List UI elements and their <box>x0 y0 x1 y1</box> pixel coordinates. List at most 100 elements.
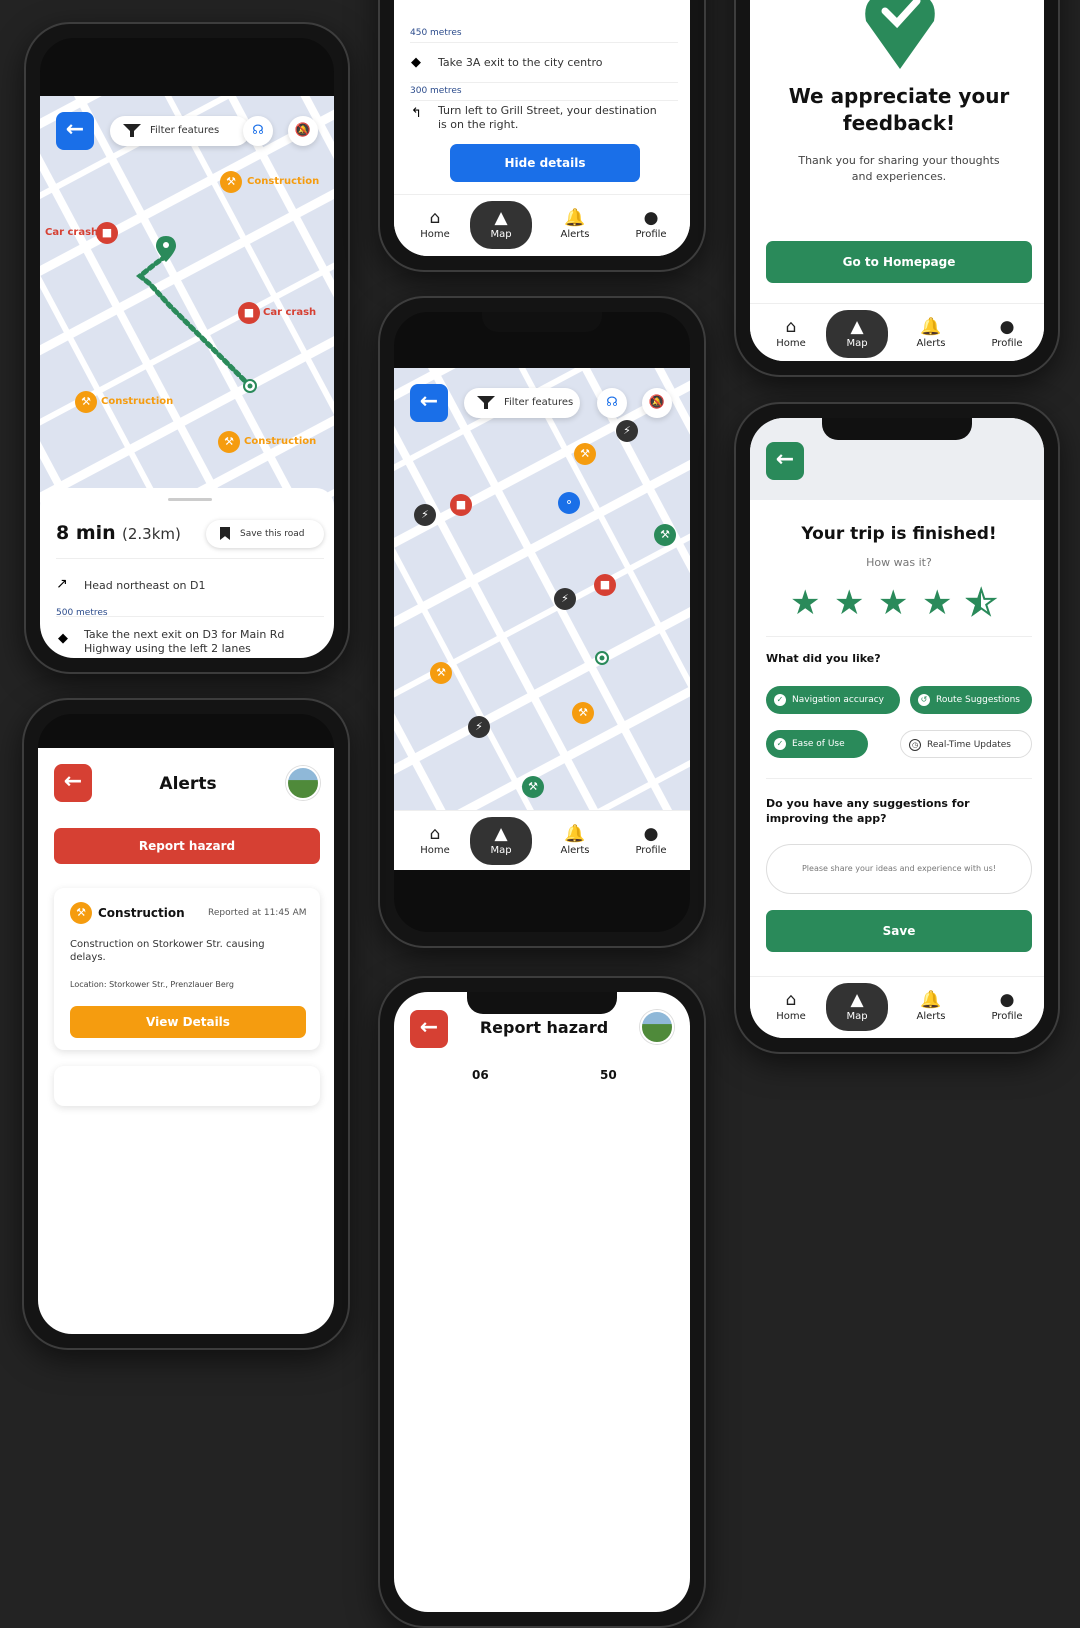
nav-alerts[interactable]: 🔔 Alerts <box>896 977 966 1022</box>
construction-icon[interactable]: ⚒ <box>574 443 596 465</box>
phone-map-route: ← Filter features ☊ 🔕 ⚒ Construction ■ C… <box>24 22 350 674</box>
chip-ease-of-use[interactable]: ✓ Ease of Use <box>766 730 868 758</box>
nav-alerts[interactable]: 🔔 Alerts <box>540 195 610 240</box>
mute-alerts-button[interactable]: 🔕 <box>288 116 318 146</box>
alert-card[interactable]: ⚒ Construction Reported at 11:45 AM Cons… <box>54 888 320 1050</box>
car-crash-icon[interactable]: ■ <box>96 222 118 244</box>
nav-alerts[interactable]: 🔔 Alerts <box>896 304 966 349</box>
audio-button[interactable]: ☊ <box>243 116 273 146</box>
nav-profile[interactable]: ● Profile <box>616 811 686 856</box>
construction-icon[interactable]: ⚒ <box>430 662 452 684</box>
navigation-arrow-icon: ▲ <box>494 824 508 844</box>
nav-map[interactable]: ▲ Map <box>826 310 888 358</box>
pin-label: Construction <box>247 176 320 187</box>
chip-real-time-updates[interactable]: ◷ Real-Time Updates <box>900 730 1032 758</box>
view-details-button[interactable]: View Details <box>70 1006 306 1038</box>
alert-card[interactable] <box>54 1066 320 1106</box>
bottom-nav: ⌂ Home ▲ Map 🔔 Alerts ● Profile <box>394 810 690 870</box>
filter-icon <box>477 396 495 409</box>
user-icon: ● <box>999 990 1015 1010</box>
star-icon[interactable]: ★ <box>922 586 952 620</box>
save-button[interactable]: Save <box>766 910 1032 952</box>
car-crash-icon[interactable]: ■ <box>594 574 616 596</box>
phone-feedback-thanks: We appreciate your feedback! Thank you f… <box>734 0 1060 377</box>
bell-icon: 🔔 <box>920 317 942 337</box>
back-button[interactable]: ← <box>766 442 804 480</box>
bottom-nav: ⌂ Home ▲ Map 🔔 Alerts ● Profile <box>394 194 690 256</box>
route-icon: ↺ <box>918 694 930 706</box>
pin-label: Construction <box>244 436 317 447</box>
avatar[interactable] <box>286 766 320 800</box>
star-icon[interactable]: ★ <box>878 586 908 620</box>
nav-home[interactable]: ⌂ Home <box>400 195 470 240</box>
bell-icon: 🔔 <box>564 208 586 228</box>
alert-title: Construction <box>98 906 185 920</box>
nav-home[interactable]: ⌂ Home <box>756 977 826 1022</box>
go-home-button[interactable]: Go to Homepage <box>766 241 1032 283</box>
home-icon: ⌂ <box>785 317 797 337</box>
car-crash-icon[interactable]: ■ <box>450 494 472 516</box>
liked-title: What did you like? <box>766 652 881 665</box>
car-crash-icon[interactable]: ■ <box>238 302 260 324</box>
report-hazard-button[interactable]: Report hazard <box>54 828 320 864</box>
avatar[interactable] <box>640 1010 674 1044</box>
construction-icon[interactable]: ⚒ <box>220 171 242 193</box>
star-icon[interactable]: ★ <box>834 586 864 620</box>
save-road-button[interactable]: Save this road <box>206 520 324 548</box>
wrench-icon[interactable]: ⚒ <box>522 776 544 798</box>
trip-title: Your trip is finished! <box>801 524 997 544</box>
bottom-nav: ⌂ Home ▲ Map 🔔 Alerts ● Profile <box>750 976 1044 1038</box>
phone-trip-finished: ← Your trip is finished! How was it? ★ ★… <box>734 402 1060 1054</box>
chip-route-suggestions[interactable]: ↺ Route Suggestions <box>910 686 1032 714</box>
nav-map[interactable]: ▲ Map <box>826 983 888 1031</box>
location-check-icon <box>865 0 935 69</box>
star-rating[interactable]: ★ ★ ★ ★ ★★ <box>790 585 1020 626</box>
star-icon[interactable]: ★ <box>790 586 820 620</box>
hide-details-button[interactable]: Hide details <box>450 144 640 182</box>
nav-map[interactable]: ▲ Map <box>470 201 532 249</box>
ev-charger-icon[interactable]: ⚡ <box>414 504 436 526</box>
nav-profile[interactable]: ● Profile <box>616 195 686 240</box>
trip-subtitle: How was it? <box>866 556 932 569</box>
user-icon: ● <box>643 824 659 844</box>
back-button[interactable]: ← <box>56 112 94 150</box>
nav-profile[interactable]: ● Profile <box>972 977 1042 1022</box>
mute-alerts-button[interactable]: 🔕 <box>642 388 672 418</box>
map-view[interactable]: ← Filter features ☊ 🔕 ⚒ Construction ■ C… <box>40 96 334 506</box>
ev-charger-icon[interactable]: ⚡ <box>616 420 638 442</box>
nav-alerts[interactable]: 🔔 Alerts <box>540 811 610 856</box>
bike-icon[interactable]: ⚬ <box>558 492 580 514</box>
map-view[interactable]: ← Filter features ☊ 🔕 ⚡ ⚒ ■ ⚬ ⚡ ⚒ ■ ⚡ ⚒ … <box>394 368 690 824</box>
star-half-icon[interactable]: ★★ <box>965 585 998 621</box>
route-distance: (2.3km) <box>122 525 181 543</box>
back-button[interactable]: ← <box>410 384 448 422</box>
suggestions-input[interactable]: Please share your ideas and experience w… <box>766 844 1032 894</box>
construction-icon[interactable]: ⚒ <box>572 702 594 724</box>
construction-icon[interactable]: ⚒ <box>218 431 240 453</box>
construction-icon[interactable]: ⚒ <box>75 391 97 413</box>
audio-button[interactable]: ☊ <box>597 388 627 418</box>
route-panel: 8 min (2.3km) Save this road ↗ Head nort… <box>40 488 334 658</box>
exit-icon: ◆ <box>411 55 421 70</box>
drag-handle[interactable] <box>168 498 212 501</box>
nav-home[interactable]: ⌂ Home <box>400 811 470 856</box>
ev-charger-icon[interactable]: ⚡ <box>554 588 576 610</box>
user-icon: ● <box>643 208 659 228</box>
arrow-northeast-icon: ↗ <box>56 576 68 592</box>
alert-time: Reported at 11:45 AM <box>208 908 307 918</box>
wrench-icon[interactable]: ⚒ <box>654 524 676 546</box>
filter-button[interactable]: Filter features <box>464 388 580 418</box>
ev-charger-icon[interactable]: ⚡ <box>468 716 490 738</box>
pin-label: Car crash <box>45 227 99 238</box>
nav-profile[interactable]: ● Profile <box>972 304 1042 349</box>
thanks-title: We appreciate your feedback! <box>788 84 1010 135</box>
step-distance: 450 metres <box>410 28 462 38</box>
nav-home[interactable]: ⌂ Home <box>756 304 826 349</box>
filter-button[interactable]: Filter features <box>110 116 250 146</box>
nav-map[interactable]: ▲ Map <box>470 817 532 865</box>
phone-directions: 450 metres ◆ Take 3A exit to the city ce… <box>378 0 706 272</box>
chip-navigation-accuracy[interactable]: ✓ Navigation accuracy <box>766 686 900 714</box>
step-text: Take the next exit on D3 for Main Rd Hig… <box>84 628 285 655</box>
bell-icon: 🔔 <box>564 824 586 844</box>
suggest-title: Do you have any suggestions for improvin… <box>766 797 970 825</box>
